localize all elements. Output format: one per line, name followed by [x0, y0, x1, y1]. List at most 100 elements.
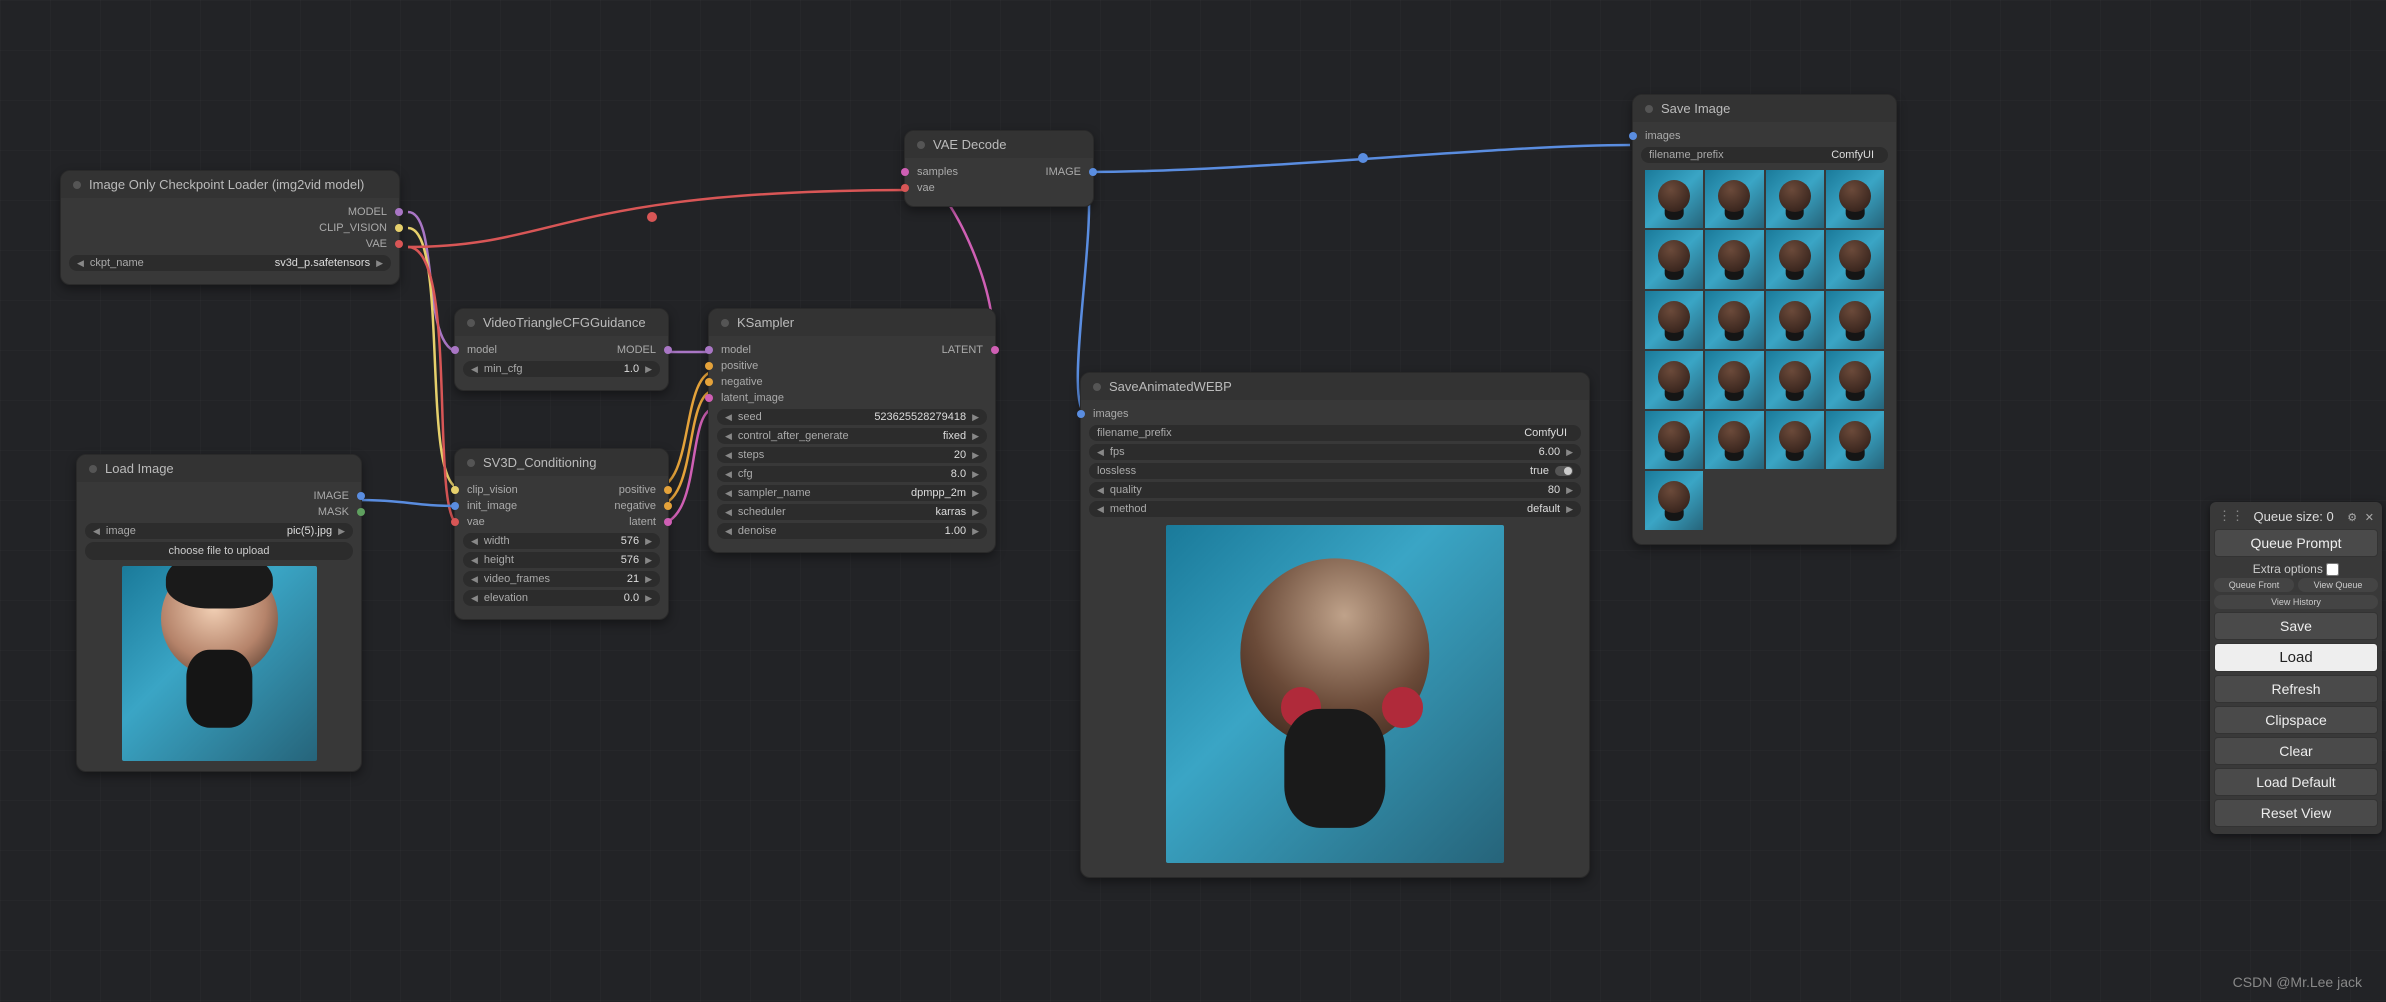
input-vae: vae [917, 182, 935, 194]
port-dot[interactable] [705, 346, 713, 354]
port-dot[interactable] [357, 492, 365, 500]
port-dot[interactable] [705, 362, 713, 370]
node-cfg-guidance[interactable]: VideoTriangleCFGGuidance model MODEL ◀ m… [454, 308, 669, 391]
load-default-button[interactable]: Load Default [2214, 768, 2378, 796]
node-sv3d-conditioning[interactable]: SV3D_Conditioning clip_visionpositive in… [454, 448, 669, 620]
thumb [1826, 230, 1884, 288]
seed-widget[interactable]: ◀seed523625528279418▶ [717, 409, 987, 425]
output-model: MODEL [348, 206, 387, 218]
output-negative: negative [614, 500, 656, 512]
arrow-left-icon[interactable]: ◀ [93, 526, 100, 537]
control-after-generate-widget[interactable]: ◀control_after_generatefixed▶ [717, 428, 987, 444]
port-dot[interactable] [705, 378, 713, 386]
filename-prefix-widget[interactable]: filename_prefixComfyUI [1089, 425, 1581, 441]
port-dot[interactable] [901, 168, 909, 176]
port-dot[interactable] [395, 208, 403, 216]
port-dot[interactable] [705, 394, 713, 402]
node-titlebar[interactable]: VideoTriangleCFGGuidance [455, 309, 668, 336]
refresh-button[interactable]: Refresh [2214, 675, 2378, 703]
arrow-left-icon[interactable]: ◀ [471, 364, 478, 375]
port-dot[interactable] [664, 502, 672, 510]
collapse-dot[interactable] [467, 459, 475, 467]
node-titlebar[interactable]: KSampler [709, 309, 995, 336]
input-images: images [1093, 408, 1128, 420]
port-dot[interactable] [451, 518, 459, 526]
width-widget[interactable]: ◀width576▶ [463, 533, 660, 549]
thumb [1766, 230, 1824, 288]
scheduler-widget[interactable]: ◀schedulerkarras▶ [717, 504, 987, 520]
collapse-dot[interactable] [89, 465, 97, 473]
port-dot[interactable] [991, 346, 999, 354]
upload-button[interactable]: choose file to upload [85, 542, 353, 560]
port-dot[interactable] [1089, 168, 1097, 176]
node-ksampler[interactable]: KSampler modelLATENT positive negative l… [708, 308, 996, 553]
ckpt-name-widget[interactable]: ◀ ckpt_name sv3d_p.safetensors ▶ [69, 255, 391, 271]
port-dot[interactable] [664, 486, 672, 494]
filename-prefix-widget[interactable]: filename_prefixComfyUI [1641, 147, 1888, 163]
image-select-widget[interactable]: ◀ image pic(5).jpg ▶ [85, 523, 353, 539]
extra-options-row[interactable]: Extra options [2214, 560, 2378, 578]
port-dot[interactable] [357, 508, 365, 516]
port-dot[interactable] [664, 346, 672, 354]
queue-prompt-button[interactable]: Queue Prompt [2214, 529, 2378, 557]
quality-widget[interactable]: ◀quality80▶ [1089, 482, 1581, 498]
toggle-icon[interactable] [1555, 466, 1573, 476]
collapse-dot[interactable] [1645, 105, 1653, 113]
node-titlebar[interactable]: Save Image [1633, 95, 1896, 122]
collapse-dot[interactable] [1093, 383, 1101, 391]
video-frames-widget[interactable]: ◀video_frames21▶ [463, 571, 660, 587]
queue-front-button[interactable]: Queue Front [2214, 578, 2294, 592]
collapse-dot[interactable] [73, 181, 81, 189]
node-titlebar[interactable]: Load Image [77, 455, 361, 482]
denoise-widget[interactable]: ◀denoise1.00▶ [717, 523, 987, 539]
node-titlebar[interactable]: SaveAnimatedWEBP [1081, 373, 1589, 400]
port-dot[interactable] [395, 224, 403, 232]
fps-widget[interactable]: ◀fps6.00▶ [1089, 444, 1581, 460]
lossless-widget[interactable]: losslesstrue [1089, 463, 1581, 479]
port-dot[interactable] [1077, 410, 1085, 418]
port-dot[interactable] [1629, 132, 1637, 140]
arrow-left-icon[interactable]: ◀ [77, 258, 84, 269]
node-titlebar[interactable]: SV3D_Conditioning [455, 449, 668, 476]
extra-options-checkbox[interactable] [2326, 563, 2339, 576]
min-cfg-widget[interactable]: ◀ min_cfg 1.0 ▶ [463, 361, 660, 377]
clear-button[interactable]: Clear [2214, 737, 2378, 765]
arrow-right-icon[interactable]: ▶ [376, 258, 383, 269]
port-dot[interactable] [901, 184, 909, 192]
save-button[interactable]: Save [2214, 612, 2378, 640]
node-checkpoint-loader[interactable]: Image Only Checkpoint Loader (img2vid mo… [60, 170, 400, 285]
gear-icon[interactable]: ⚙ [2347, 512, 2357, 524]
view-queue-button[interactable]: View Queue [2298, 578, 2378, 592]
side-panel[interactable]: ⋮⋮ Queue size: 0 ⚙ ✕ Queue Prompt Extra … [2210, 502, 2382, 834]
port-dot[interactable] [451, 486, 459, 494]
collapse-dot[interactable] [721, 319, 729, 327]
steps-widget[interactable]: ◀steps20▶ [717, 447, 987, 463]
node-titlebar[interactable]: Image Only Checkpoint Loader (img2vid mo… [61, 171, 399, 198]
node-vae-decode[interactable]: VAE Decode samplesIMAGE vae [904, 130, 1094, 207]
arrow-right-icon[interactable]: ▶ [645, 364, 652, 375]
arrow-right-icon[interactable]: ▶ [338, 526, 345, 537]
collapse-dot[interactable] [917, 141, 925, 149]
node-save-image[interactable]: Save Image images filename_prefixComfyUI [1632, 94, 1897, 545]
node-titlebar[interactable]: VAE Decode [905, 131, 1093, 158]
load-button[interactable]: Load [2214, 643, 2378, 672]
node-save-animated-webp[interactable]: SaveAnimatedWEBP images filename_prefixC… [1080, 372, 1590, 878]
method-widget[interactable]: ◀methoddefault▶ [1089, 501, 1581, 517]
close-icon[interactable]: ✕ [2365, 512, 2374, 524]
port-dot[interactable] [395, 240, 403, 248]
node-title: Save Image [1661, 101, 1730, 116]
port-dot[interactable] [451, 346, 459, 354]
grip-icon[interactable]: ⋮⋮ [2218, 508, 2244, 524]
reset-view-button[interactable]: Reset View [2214, 799, 2378, 827]
output-mask: MASK [318, 506, 349, 518]
cfg-widget[interactable]: ◀cfg8.0▶ [717, 466, 987, 482]
node-load-image[interactable]: Load Image IMAGE MASK ◀ image pic(5).jpg… [76, 454, 362, 772]
port-dot[interactable] [451, 502, 459, 510]
height-widget[interactable]: ◀height576▶ [463, 552, 660, 568]
clipspace-button[interactable]: Clipspace [2214, 706, 2378, 734]
view-history-button[interactable]: View History [2214, 595, 2378, 609]
elevation-widget[interactable]: ◀elevation0.0▶ [463, 590, 660, 606]
port-dot[interactable] [664, 518, 672, 526]
sampler-name-widget[interactable]: ◀sampler_namedpmpp_2m▶ [717, 485, 987, 501]
collapse-dot[interactable] [467, 319, 475, 327]
